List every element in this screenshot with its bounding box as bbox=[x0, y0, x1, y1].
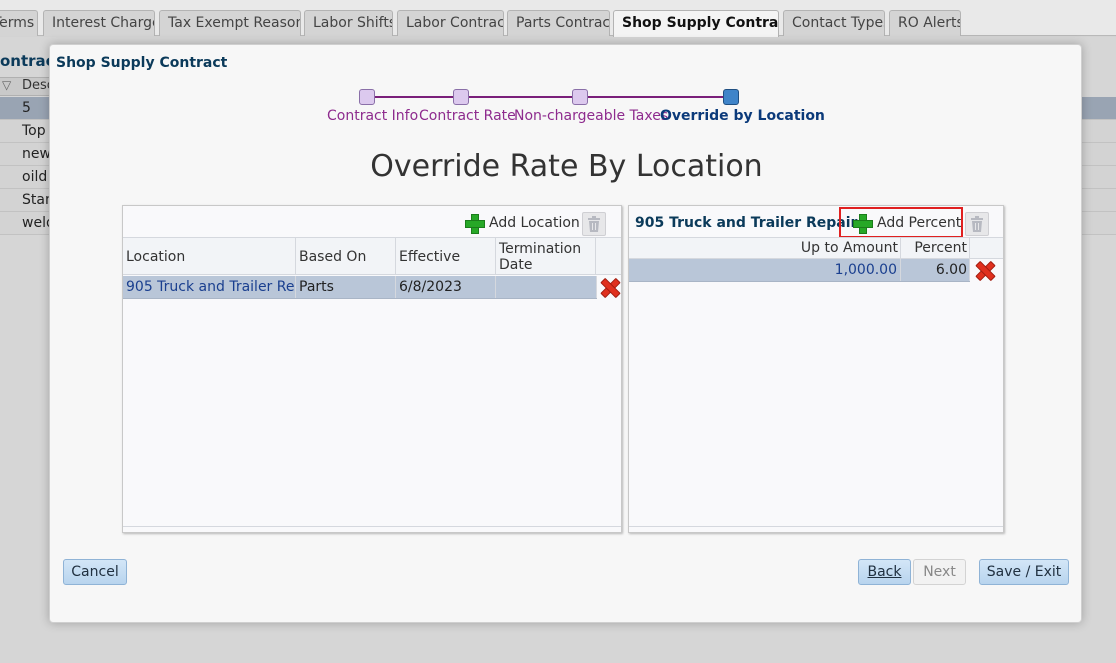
tab-terms[interactable]: Terms bbox=[0, 10, 38, 36]
based-on-cell: Parts bbox=[296, 276, 396, 298]
percent-cell[interactable]: 6.00 bbox=[901, 259, 970, 281]
rate-row[interactable]: 1,000.00 6.00 bbox=[629, 259, 970, 282]
locations-panel-footer bbox=[123, 526, 621, 527]
step-dot-contract-info[interactable] bbox=[359, 89, 375, 105]
step-contract-rate[interactable]: Contract Rate bbox=[419, 108, 516, 124]
tab-shop-supply-contract[interactable]: Shop Supply Contract bbox=[613, 10, 779, 37]
delete-row-icon[interactable] bbox=[600, 278, 618, 296]
tab-labor-shifts[interactable]: Labor Shifts bbox=[304, 10, 393, 36]
column-header-up-to-amount[interactable]: Up to Amount bbox=[629, 238, 901, 258]
save-exit-button[interactable]: Save / Exit bbox=[979, 559, 1069, 585]
add-location-button[interactable]: Add Location bbox=[465, 214, 580, 234]
step-contract-info[interactable]: Contract Info bbox=[327, 108, 418, 124]
delete-percent-button[interactable] bbox=[965, 212, 989, 236]
page-heading: Override Rate By Location bbox=[370, 149, 763, 184]
rates-panel: 905 Truck and Trailer Repair Add Percent… bbox=[628, 205, 1004, 533]
add-location-label: Add Location bbox=[489, 215, 580, 231]
tab-tax-exempt-reasons[interactable]: Tax Exempt Reasons bbox=[159, 10, 301, 36]
column-header-location[interactable]: Location bbox=[123, 238, 296, 274]
trash-icon bbox=[971, 216, 983, 232]
tab-parts-contract[interactable]: Parts Contract bbox=[507, 10, 610, 36]
tab-interest-charge[interactable]: Interest Charge bbox=[43, 10, 155, 36]
step-override-by-location: Override by Location bbox=[660, 108, 825, 124]
location-row[interactable]: 905 Truck and Trailer Re... Parts 6/8/20… bbox=[123, 276, 597, 299]
step-dot-non-chargeable-taxes[interactable] bbox=[572, 89, 588, 105]
termination-date-cell bbox=[496, 276, 597, 298]
filter-icon[interactable]: ▽ bbox=[2, 78, 11, 92]
tab-contact-types[interactable]: Contact Types bbox=[783, 10, 885, 36]
delete-location-button[interactable] bbox=[582, 212, 606, 236]
tab-bar: Terms Interest Charge Tax Exempt Reasons… bbox=[0, 0, 1116, 37]
tab-labor-contract[interactable]: Labor Contract bbox=[397, 10, 504, 36]
rates-panel-title: 905 Truck and Trailer Repair bbox=[635, 215, 858, 231]
column-header-percent[interactable]: Percent bbox=[901, 238, 970, 258]
back-button[interactable]: Back bbox=[858, 559, 911, 585]
effective-date-cell: 6/8/2023 bbox=[396, 276, 496, 298]
step-dot-override-by-location bbox=[723, 89, 739, 105]
locations-panel: Add Location Location Based On Effective… bbox=[122, 205, 622, 533]
add-percent-highlight bbox=[839, 207, 963, 238]
trash-icon bbox=[588, 216, 600, 232]
shop-supply-contract-dialog: Shop Supply Contract Contract Info Contr… bbox=[49, 44, 1082, 623]
cancel-button[interactable]: Cancel bbox=[63, 559, 127, 585]
column-header-based-on[interactable]: Based On bbox=[296, 238, 396, 274]
rates-grid-header: Up to Amount Percent bbox=[629, 237, 1003, 259]
delete-rate-row-icon[interactable] bbox=[975, 261, 993, 279]
column-header-termination-date[interactable]: Termination Date bbox=[496, 238, 596, 274]
dialog-title: Shop Supply Contract bbox=[56, 55, 228, 71]
column-header-effective-date[interactable]: Effective Date bbox=[396, 238, 496, 303]
plus-icon bbox=[465, 214, 485, 234]
stepper-line bbox=[375, 96, 731, 98]
up-to-amount-cell[interactable]: 1,000.00 bbox=[629, 259, 901, 281]
rates-panel-footer bbox=[629, 526, 1003, 527]
next-button[interactable]: Next bbox=[913, 559, 966, 585]
locations-grid-header: Location Based On Effective Date Termina… bbox=[123, 237, 621, 303]
tab-ro-alerts[interactable]: RO Alerts bbox=[889, 10, 961, 36]
location-cell[interactable]: 905 Truck and Trailer Re... bbox=[123, 276, 296, 298]
step-dot-contract-rate[interactable] bbox=[453, 89, 469, 105]
step-non-chargeable-taxes[interactable]: Non-chargeable Taxes bbox=[514, 108, 668, 124]
